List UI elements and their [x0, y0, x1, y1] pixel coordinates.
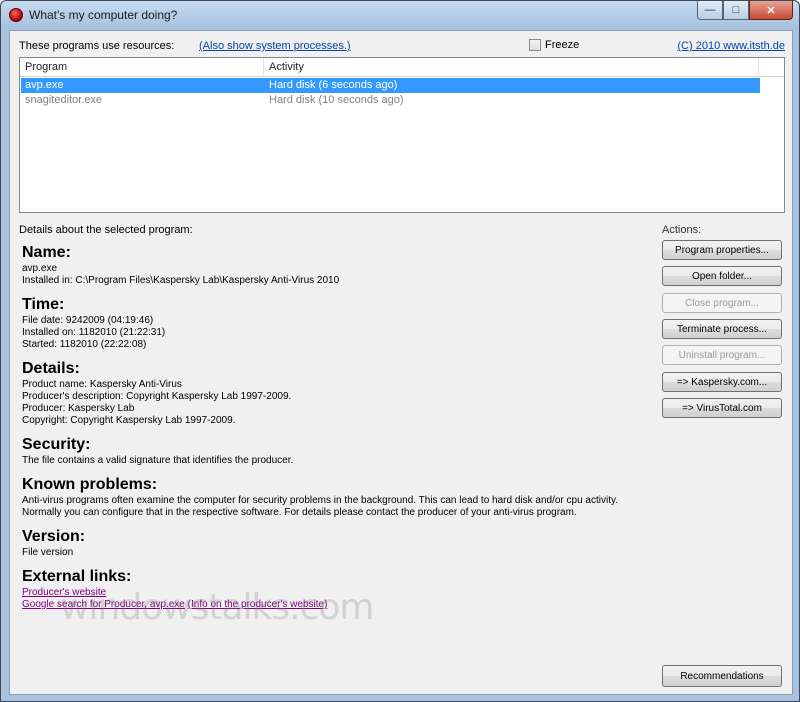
- program-cell: snagiteditor.exe: [25, 94, 103, 106]
- freeze-checkbox[interactable]: Freeze: [529, 39, 579, 51]
- version-section: Version: File version: [22, 527, 642, 559]
- list-item[interactable]: avp.exe Hard disk (6 seconds ago): [21, 78, 760, 93]
- window-title: What's my computer doing?: [29, 8, 178, 22]
- program-cell: avp.exe: [25, 79, 64, 91]
- client-area: These programs use resources: (Also show…: [9, 30, 793, 695]
- security-section: Security: The file contains a valid sign…: [22, 435, 642, 467]
- section-heading: Known problems:: [22, 476, 158, 493]
- detail-line: Copyright: Copyright Kaspersky Lab 1997-…: [22, 415, 236, 426]
- terminate-process-button[interactable]: Terminate process...: [662, 319, 782, 339]
- detail-line: The file contains a valid signature that…: [22, 455, 294, 466]
- programs-label: These programs use resources:: [19, 40, 175, 52]
- app-icon: [9, 8, 23, 22]
- close-program-button[interactable]: Close program...: [662, 293, 782, 313]
- open-folder-button[interactable]: Open folder...: [662, 266, 782, 286]
- maximize-button[interactable]: □: [723, 1, 749, 20]
- section-heading: Version:: [22, 528, 86, 545]
- kaspersky-site-button[interactable]: => Kaspersky.com...: [662, 372, 782, 392]
- time-section: Time: File date: 9242009 (04:19:46) Inst…: [22, 295, 642, 351]
- section-heading: External links:: [22, 568, 132, 585]
- programs-list[interactable]: Program Activity avp.exe Hard disk (6 se…: [19, 57, 785, 213]
- known-problems-section: Known problems: Anti-virus programs ofte…: [22, 475, 642, 519]
- google-search-link[interactable]: Google search for Producer, avp.exe: [22, 599, 185, 610]
- detail-line: Installed in: C:\Program Files\Kaspersky…: [22, 275, 340, 286]
- producer-info-link[interactable]: (Info on the producer's website): [188, 599, 328, 610]
- detail-line: Producer's description: Copyright Kasper…: [22, 391, 292, 402]
- caption-buttons: — □ ✕: [697, 1, 793, 21]
- details-panel: Name: avp.exe Installed in: C:\Program F…: [22, 243, 642, 619]
- copyright-link[interactable]: (C) 2010 www.itsth.de: [677, 40, 785, 52]
- detail-line: Anti-virus programs often examine the co…: [22, 495, 619, 506]
- producer-website-link[interactable]: Producer's website: [22, 587, 106, 598]
- activity-cell: Hard disk (10 seconds ago): [269, 94, 404, 106]
- section-heading: Security:: [22, 436, 91, 453]
- detail-line: Product name: Kaspersky Anti-Virus: [22, 379, 182, 390]
- app-window: What's my computer doing? — □ ✕ These pr…: [0, 0, 800, 702]
- name-section: Name: avp.exe Installed in: C:\Program F…: [22, 243, 642, 287]
- virustotal-button[interactable]: => VirusTotal.com: [662, 398, 782, 418]
- detail-line: Started: 1182010 (22:22:08): [22, 339, 147, 350]
- checkbox-box[interactable]: [529, 39, 541, 51]
- title-bar[interactable]: What's my computer doing? — □ ✕: [1, 1, 799, 29]
- activity-cell: Hard disk (6 seconds ago): [269, 79, 398, 91]
- detail-line: Normally you can configure that in the r…: [22, 507, 577, 518]
- detail-line: avp.exe: [22, 263, 58, 274]
- detail-line: Producer: Kaspersky Lab: [22, 403, 135, 414]
- section-heading: Time:: [22, 296, 65, 313]
- top-row: These programs use resources: (Also show…: [19, 39, 785, 55]
- close-button[interactable]: ✕: [749, 1, 793, 20]
- minimize-button[interactable]: —: [697, 1, 723, 20]
- details-section: Details: Product name: Kaspersky Anti-Vi…: [22, 359, 642, 427]
- detail-line: File version: [22, 547, 74, 558]
- uninstall-program-button[interactable]: Uninstall program...: [662, 345, 782, 365]
- detail-line: File date: 9242009 (04:19:46): [22, 315, 154, 326]
- section-heading: Details:: [22, 360, 80, 377]
- list-item[interactable]: snagiteditor.exe Hard disk (10 seconds a…: [21, 93, 760, 108]
- column-program[interactable]: Program: [20, 58, 264, 77]
- recommendations-button[interactable]: Recommendations: [662, 665, 782, 687]
- column-filler: [759, 58, 784, 77]
- section-heading: Name:: [22, 244, 71, 261]
- show-system-processes-link[interactable]: (Also show system processes.): [199, 40, 351, 52]
- list-header: Program Activity: [20, 58, 784, 77]
- freeze-label: Freeze: [545, 39, 580, 51]
- actions-label: Actions:: [662, 224, 702, 236]
- column-activity[interactable]: Activity: [264, 58, 759, 77]
- details-label: Details about the selected program:: [19, 224, 193, 236]
- external-links-section: External links: Producer's website Googl…: [22, 567, 642, 611]
- program-properties-button[interactable]: Program properties...: [662, 240, 782, 260]
- detail-line: Installed on: 1182010 (21:22:31): [22, 327, 166, 338]
